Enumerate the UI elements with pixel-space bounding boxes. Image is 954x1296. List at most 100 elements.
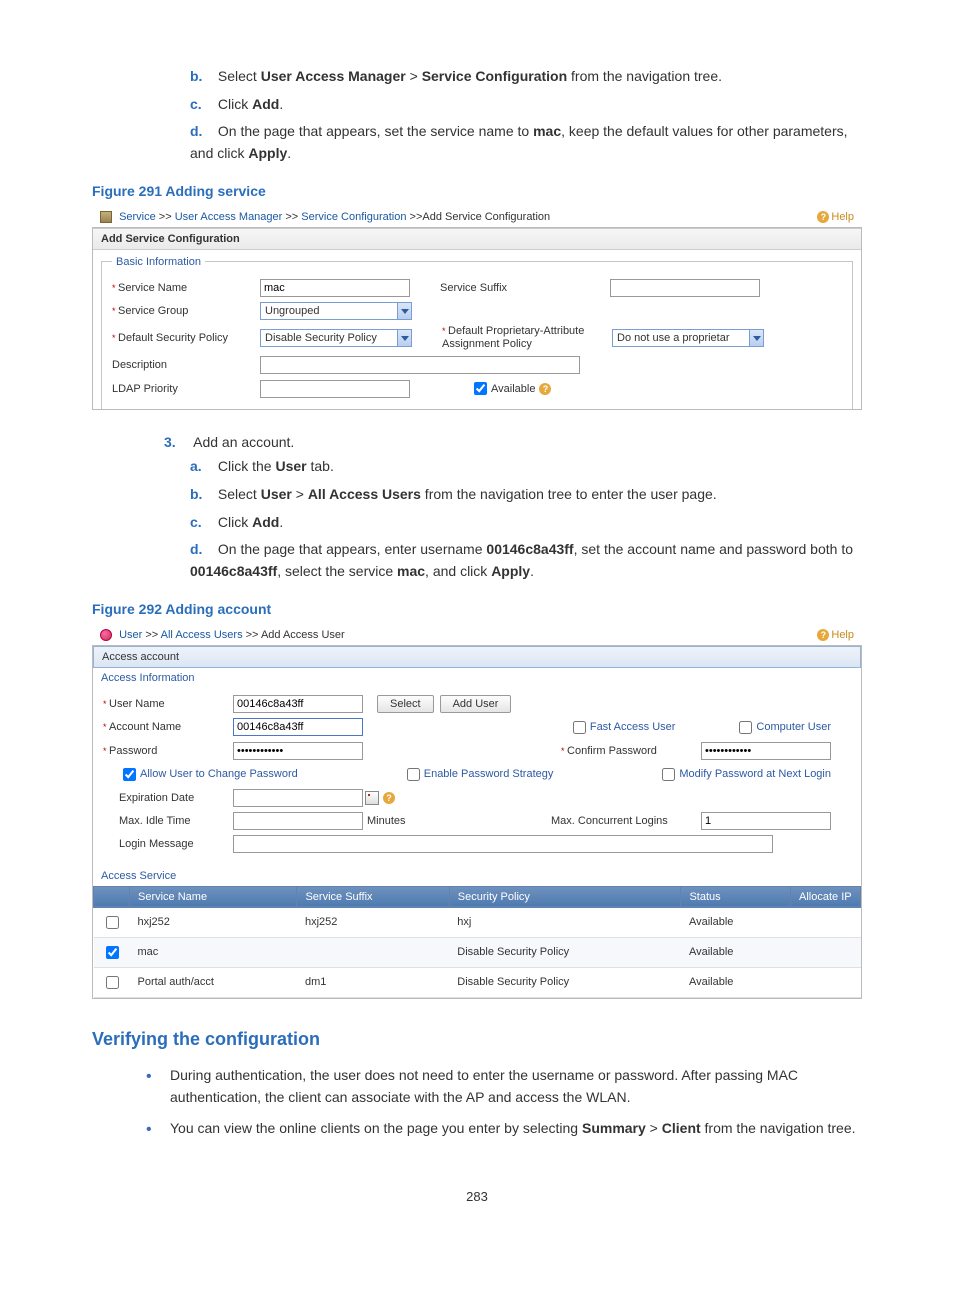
chevron-down-icon: [749, 330, 763, 346]
bc-service-config[interactable]: Service Configuration: [301, 211, 406, 223]
label-allow-change-pw: Allow User to Change Password: [140, 768, 298, 780]
add-user-button[interactable]: Add User: [440, 695, 512, 713]
service-icon: [100, 211, 112, 223]
input-ldap-priority[interactable]: [260, 380, 410, 398]
checkbox-modify-next-login[interactable]: [662, 768, 675, 781]
label-computer-user: Computer User: [756, 721, 831, 733]
step-letter-c: c.: [190, 512, 214, 534]
step-b-text: Select User Access Manager > Service Con…: [218, 68, 722, 84]
th-service-suffix[interactable]: Service Suffix: [297, 886, 449, 907]
access-service-heading: Access Service: [93, 866, 861, 886]
label-account-name: Account Name: [103, 721, 233, 733]
input-max-idle[interactable]: [233, 812, 363, 830]
cell-allocate-ip: [791, 937, 861, 967]
input-password[interactable]: [233, 742, 363, 760]
label-ldap-priority: LDAP Priority: [112, 383, 260, 395]
th-security-policy[interactable]: Security Policy: [449, 886, 681, 907]
checkbox-enable-pw-strategy[interactable]: [407, 768, 420, 781]
label-max-idle: Max. Idle Time: [103, 815, 233, 827]
step-number-3: 3.: [164, 434, 190, 450]
label-login-message: Login Message: [103, 838, 233, 850]
label-available: Available: [491, 383, 535, 395]
select-default-proprietary[interactable]: Do not use a proprietar: [612, 329, 764, 347]
cell-security-policy: Disable Security Policy: [449, 937, 681, 967]
row-checkbox[interactable]: [106, 916, 119, 929]
row-checkbox[interactable]: [106, 946, 119, 959]
user-icon: [100, 629, 112, 641]
label-expiration-date: Expiration Date: [103, 792, 233, 804]
checkbox-available[interactable]: [474, 382, 487, 395]
label-max-concurrent: Max. Concurrent Logins: [551, 815, 701, 827]
help-link[interactable]: Help: [817, 211, 854, 223]
label-service-name: Service Name: [112, 282, 260, 294]
label-fast-access: Fast Access User: [590, 721, 676, 733]
label-default-proprietary: Default Proprietary-Attribute Assignment…: [412, 325, 612, 351]
cell-service-suffix: hxj252: [297, 907, 449, 937]
row-checkbox[interactable]: [106, 976, 119, 989]
substeps-3: a. Click the User tab. b. Select User > …: [164, 456, 862, 582]
basic-info-fieldset: Basic Information Service Name Service S…: [101, 256, 853, 409]
table-row[interactable]: hxj252hxj252hxjAvailable: [94, 907, 861, 937]
step-letter-d: d.: [190, 121, 214, 143]
label-default-security-policy: Default Security Policy: [112, 332, 260, 344]
bc-user[interactable]: User: [119, 629, 142, 641]
step-letter-b: b.: [190, 484, 214, 506]
bc-uam[interactable]: User Access Manager: [175, 211, 283, 223]
basic-info-legend: Basic Information: [112, 256, 205, 268]
screenshot-add-account: User >> All Access Users >> Add Access U…: [92, 625, 862, 999]
help-icon[interactable]: ?: [383, 792, 395, 804]
calendar-icon[interactable]: [365, 791, 379, 805]
cell-status: Available: [681, 937, 791, 967]
input-user-name[interactable]: [233, 695, 363, 713]
select-default-security-policy[interactable]: Disable Security Policy: [260, 329, 412, 347]
verify-bullet-2: You can view the online clients on the p…: [144, 1117, 862, 1139]
label-enable-pw-strategy: Enable Password Strategy: [424, 768, 554, 780]
input-service-name[interactable]: [260, 279, 410, 297]
access-info-heading: Access Information: [93, 668, 861, 688]
screenshot-add-service: Service >> User Access Manager >> Servic…: [92, 207, 862, 410]
panel-title-access-account: Access account: [93, 646, 861, 668]
breadcrumb: Service >> User Access Manager >> Servic…: [92, 207, 862, 227]
step-3d-text: On the page that appears, enter username…: [190, 541, 853, 579]
th-allocate-ip[interactable]: Allocate IP: [791, 886, 861, 907]
th-service-name[interactable]: Service Name: [130, 886, 297, 907]
step-letter-b: b.: [190, 66, 214, 88]
select-button[interactable]: Select: [377, 695, 434, 713]
step-3-text: Add an account.: [193, 434, 294, 450]
input-login-message[interactable]: [233, 835, 773, 853]
help-icon[interactable]: ?: [539, 383, 551, 395]
input-expiration-date[interactable]: [233, 789, 363, 807]
table-row[interactable]: macDisable Security PolicyAvailable: [94, 937, 861, 967]
breadcrumb: User >> All Access Users >> Add Access U…: [92, 625, 862, 645]
service-table: Service Name Service Suffix Security Pol…: [93, 886, 861, 998]
input-max-concurrent[interactable]: [701, 812, 831, 830]
help-link[interactable]: Help: [817, 629, 854, 641]
select-service-group[interactable]: Ungrouped: [260, 302, 412, 320]
figure-292-caption: Figure 292 Adding account: [92, 601, 862, 617]
bc-current: Add Service Configuration: [422, 211, 550, 223]
step-d-text: On the page that appears, set the servic…: [190, 123, 848, 161]
input-account-name[interactable]: [233, 718, 363, 736]
input-confirm-password[interactable]: [701, 742, 831, 760]
input-service-suffix[interactable]: [610, 279, 760, 297]
table-row[interactable]: Portal auth/acctdm1Disable Security Poli…: [94, 967, 861, 997]
cell-allocate-ip: [791, 907, 861, 937]
bc-service[interactable]: Service: [119, 211, 156, 223]
step-c-text: Click Add.: [218, 96, 283, 112]
figure-291-caption: Figure 291 Adding service: [92, 183, 862, 199]
step-3a-text: Click the User tab.: [218, 458, 334, 474]
checkbox-fast-access[interactable]: [573, 721, 586, 734]
cell-service-suffix: dm1: [297, 967, 449, 997]
step-letter-d: d.: [190, 539, 214, 561]
cell-service-name: hxj252: [130, 907, 297, 937]
substeps-b-to-d: b. Select User Access Manager > Service …: [164, 66, 862, 165]
bc-all-access-users[interactable]: All Access Users: [161, 629, 243, 641]
verify-bullet-1: During authentication, the user does not…: [144, 1064, 862, 1109]
input-description[interactable]: [260, 356, 580, 374]
checkbox-allow-change-pw[interactable]: [123, 768, 136, 781]
page-number: 283: [92, 1189, 862, 1204]
checkbox-computer-user[interactable]: [739, 721, 752, 734]
cell-security-policy: Disable Security Policy: [449, 967, 681, 997]
th-status[interactable]: Status: [681, 886, 791, 907]
verifying-heading: Verifying the configuration: [92, 1029, 862, 1050]
